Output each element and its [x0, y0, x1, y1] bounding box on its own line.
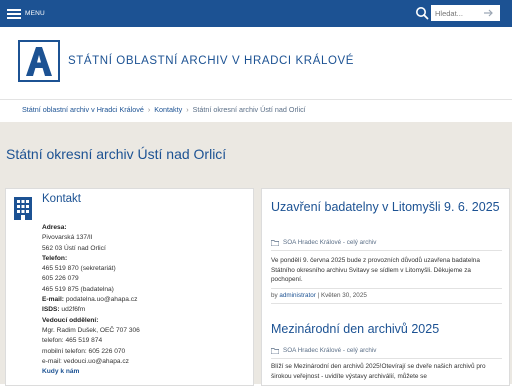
- post-byline: by administrator | Květen 30, 2025: [271, 292, 367, 299]
- building-icon: [14, 197, 32, 220]
- logo-letter-a: [26, 47, 52, 76]
- news-post: Mezinárodní den archivů 2025: [271, 321, 503, 338]
- breadcrumb-link-kontakty[interactable]: Kontakty: [154, 105, 182, 114]
- menu-label: MENU: [25, 10, 45, 17]
- site-title[interactable]: STÁTNÍ OBLASTNÍ ARCHIV V HRADCI KRÁLOVÉ: [68, 55, 354, 67]
- post-title[interactable]: Mezinárodní den archivů 2025: [271, 321, 503, 338]
- post-date: Květen 30, 2025: [320, 292, 367, 299]
- hamburger-icon: [7, 8, 21, 19]
- news-post: Uzavření badatelny v Litomyšli 9. 6. 202…: [271, 199, 503, 216]
- kontakt-title: Kontakt: [42, 193, 81, 205]
- post-excerpt: Ve pondělí 9. června 2025 bude z provozn…: [271, 257, 480, 283]
- breadcrumb-separator: ›: [186, 105, 189, 114]
- news-card: [261, 188, 510, 386]
- post-category[interactable]: SOA Hradec Králové - celý archiv: [271, 239, 503, 246]
- kontakt-line: telefon: 465 519 874: [42, 337, 103, 345]
- menu-button[interactable]: MENU: [7, 7, 45, 20]
- kontakt-line: ISDS: ud2f6fm: [42, 306, 86, 314]
- kontakt-line: 465 519 870 (sekretariát): [42, 265, 116, 273]
- breadcrumb-current: Státní okresní archiv Ústí nad Orlicí: [192, 105, 306, 114]
- post-category-label: SOA Hradec Králové - celý archiv: [283, 239, 377, 246]
- breadcrumb: Státní oblastní archiv v Hradci Králové ›…: [22, 105, 306, 114]
- post-category-label: SOA Hradec Králové - celý archiv: [283, 347, 377, 354]
- post-meta-wrap: SOA Hradec Králové - celý archiv: [271, 347, 503, 354]
- kontakt-line: Pivovarská 137/II: [42, 234, 93, 242]
- divider: [271, 288, 502, 289]
- folder-icon: [271, 347, 279, 354]
- divider: [271, 250, 502, 251]
- post-excerpt: Blíží se Mezinárodní den archivů 2025!Ot…: [271, 363, 486, 380]
- logo[interactable]: [18, 40, 60, 82]
- post-title[interactable]: Uzavření badatelny v Litomyšli 9. 6. 202…: [271, 199, 503, 216]
- kontakt-email[interactable]: E-mail: podatelna.uo@ahapa.cz: [42, 295, 247, 305]
- post-meta-wrap: SOA Hradec Králové - celý archiv: [271, 239, 503, 246]
- kontakt-line: Mgr. Radim Dušek, OEČ 707 306: [42, 326, 140, 334]
- kontakt-line[interactable]: e-mail: vedouci.uo@ahapa.cz: [42, 357, 247, 367]
- kudy-k-nam-link[interactable]: Kudy k nám: [42, 367, 247, 377]
- divider: [271, 303, 502, 304]
- kontakt-line: 562 03 Ústí nad Orlicí: [42, 244, 106, 252]
- kontakt-details: Adresa: Pivovarská 137/II 562 03 Ústí na…: [42, 223, 247, 377]
- kontakt-line: Telefon:: [42, 254, 68, 262]
- search-submit-icon[interactable]: [484, 9, 494, 17]
- post-author-link[interactable]: administrator: [279, 292, 315, 299]
- breadcrumb-link-home[interactable]: Státní oblastní archiv v Hradci Králové: [22, 105, 144, 114]
- kontakt-line: mobilní telefon: 605 226 070: [42, 347, 126, 355]
- breadcrumb-separator: ›: [147, 105, 151, 114]
- kontakt-line: Vedoucí oddělení:: [42, 316, 99, 324]
- folder-icon: [271, 239, 279, 246]
- post-category[interactable]: SOA Hradec Králové - celý archiv: [271, 347, 503, 354]
- divider: [271, 358, 502, 359]
- search-icon[interactable]: [414, 5, 430, 21]
- kontakt-line: Adresa:: [42, 224, 67, 231]
- top-bar: MENU: [0, 0, 512, 27]
- kontakt-line: 465 519 875 (badatelna): [42, 285, 114, 293]
- kontakt-line: 605 226 079: [42, 275, 79, 283]
- page-title: Státní okresní archiv Ústí nad Orlicí: [6, 146, 227, 162]
